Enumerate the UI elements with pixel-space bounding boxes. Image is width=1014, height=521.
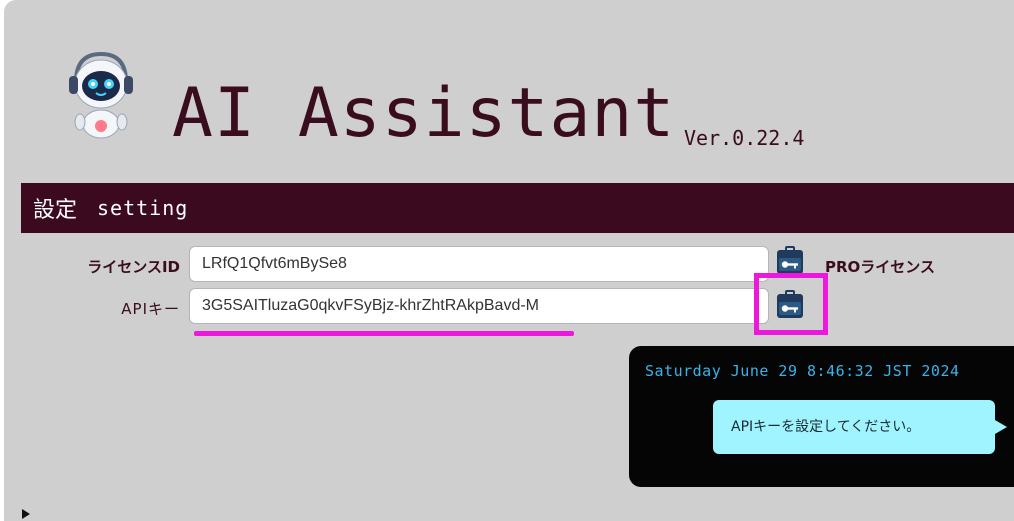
license-id-label: ライセンスID [87, 258, 180, 276]
section-title-en: setting [97, 196, 189, 220]
api-key-highlight-underline [194, 331, 574, 336]
datetime-display: Saturday June 29 8:46:32 JST 2024 [645, 362, 960, 380]
app-window: AI Assistant Ver.0.22.4 設定 setting ライセンス… [4, 0, 1014, 521]
settings-section-header: 設定 setting [21, 183, 1014, 233]
message-bubble: APIキーを設定してください。 [713, 400, 995, 454]
license-id-input[interactable]: LRfQ1Qfvt6mBySe8 [189, 246, 769, 282]
pro-license-label: PROライセンス [825, 258, 935, 276]
api-key-label: APIキー [121, 300, 180, 318]
app-title: AI Assistant [172, 74, 676, 153]
section-title-jp: 設定 [33, 198, 78, 223]
license-key-button[interactable] [774, 246, 806, 276]
app-version: Ver.0.22.4 [684, 126, 805, 150]
key-card-icon [777, 246, 803, 274]
message-bubble-tail [995, 420, 1007, 434]
expand-triangle-icon[interactable] [22, 509, 30, 519]
robot-mascot-icon [69, 51, 133, 139]
notification-panel: Saturday June 29 8:46:32 JST 2024 APIキーを… [629, 346, 1014, 487]
api-key-button-highlight [754, 273, 828, 335]
api-key-input[interactable]: 3G5SAITluzaG0qkvFSyBjz-khrZhtRAkpBavd-M [189, 288, 769, 324]
